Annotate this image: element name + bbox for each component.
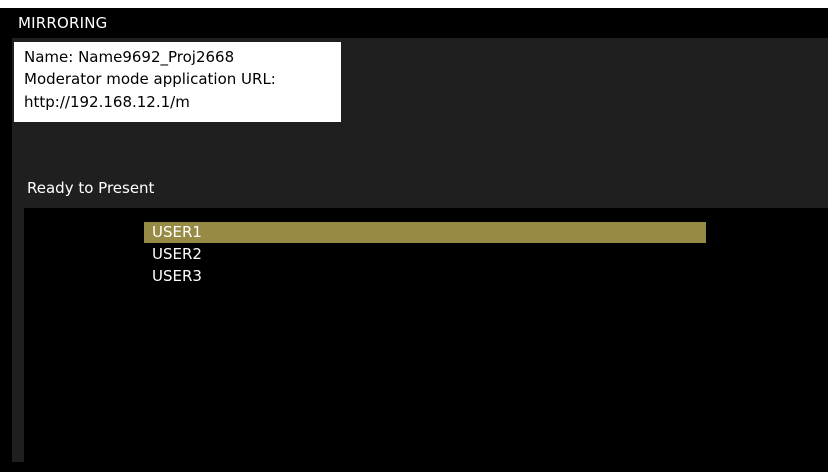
page-title: MIRRORING — [18, 14, 108, 32]
moderator-url-label: Moderator mode application URL: — [24, 70, 276, 88]
connection-info-box: Name: Name9692_Proj2668 Moderator mode a… — [14, 42, 341, 122]
mirroring-screen: MIRRORING Name: Name9692_Proj2668 Modera… — [0, 0, 828, 472]
top-edge-strip — [0, 0, 828, 8]
projector-name-text: Name: Name9692_Proj2668 — [24, 48, 235, 66]
moderator-url-value: http://192.168.12.1/m — [24, 93, 190, 111]
header-bar: MIRRORING — [12, 8, 828, 38]
user-list-item-user1[interactable]: USER1 — [144, 222, 706, 243]
user-list-panel: USER1 USER2 USER3 — [24, 208, 828, 464]
user-list-item-user2[interactable]: USER2 — [144, 244, 706, 265]
user-list-item-user3[interactable]: USER3 — [144, 266, 706, 287]
status-text: Ready to Present — [27, 179, 155, 197]
user-list: USER1 USER2 USER3 — [144, 222, 706, 288]
